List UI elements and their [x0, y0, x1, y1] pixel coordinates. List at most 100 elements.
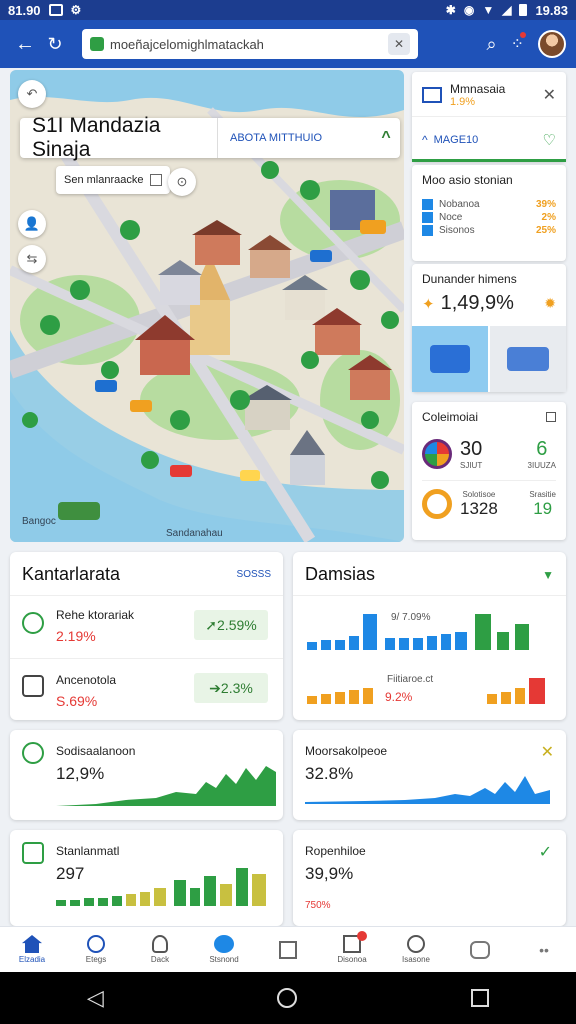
ropen-value: 39,9% [305, 864, 354, 883]
list-item: Noce 2% [422, 212, 556, 223]
summary-value: 1.9% [450, 96, 476, 108]
distribution-title: Moo asio stonian [422, 173, 513, 187]
map-subtitle[interactable]: ABOTA MITTHUIO [218, 132, 372, 144]
city-map[interactable]: ↶ S1I Mandazia Sinaja ABOTA MITTHUIO ^ S… [10, 70, 404, 542]
reload-icon[interactable]: ↻ [40, 29, 70, 59]
sodis-card: Sodisaalanoon 12,9% [10, 730, 283, 820]
map-title-card: S1I Mandazia Sinaja ABOTA MITTHUIO ^ [20, 114, 400, 161]
ropen-card: Ropenhiloe ✓ 39,9% 750% [293, 830, 566, 926]
truck-tile[interactable] [412, 326, 488, 392]
stat-a-value: 30 [460, 438, 483, 460]
list-item: Sisonos 25% [422, 225, 556, 236]
map-scale-label: Bangoc [22, 516, 56, 527]
gear-icon: ✹ [544, 295, 556, 311]
damsias-bars-bottom [307, 678, 545, 704]
row-value: 39% [535, 199, 556, 210]
heart-icon[interactable]: ♡ [543, 131, 556, 149]
map-back-button[interactable]: ↶ [18, 80, 46, 108]
cube-outline-icon [22, 842, 44, 864]
close-x-icon[interactable]: ✕ [541, 742, 554, 762]
row-value: 25% [535, 225, 556, 236]
row2-value: S.69% [56, 693, 98, 709]
search-icon[interactable]: ⌕ [487, 34, 497, 55]
url-input[interactable] [110, 36, 382, 52]
cube-icon [279, 940, 297, 959]
chevron-up-small-icon[interactable]: ^ [422, 133, 428, 147]
delivery-title: Dunander himens [422, 272, 517, 286]
row-label: Nobanoa [439, 199, 480, 210]
status-bar: 81.90 ⚙ ✱ ◉ ▼ ◢ 19.83 [0, 0, 576, 20]
summary-sub: MAGE10 [433, 134, 479, 146]
address-bar[interactable]: ✕ [82, 29, 418, 59]
location-icon: ◉ [463, 3, 475, 17]
locate-icon[interactable]: ⊙ [168, 168, 196, 196]
row-value: 2% [541, 212, 556, 223]
stat-b2-label: Srasitie [529, 489, 556, 499]
delivery-value: 1,49,9% [440, 292, 514, 314]
nav-item-cube[interactable] [256, 927, 320, 972]
summary-card: Mmnasaia 1.9% ✕ ^ MAGE10 ♡ [412, 72, 566, 162]
map-search-chip[interactable]: Sen mlanraacke [56, 166, 170, 194]
nav-item-home[interactable]: Elzadia [0, 927, 64, 972]
back-triangle-icon[interactable]: ◁ [87, 985, 104, 1011]
van-tile[interactable] [490, 326, 566, 392]
row1-value: 2.19% [56, 628, 96, 644]
nav-item-etegs[interactable]: Etegs [64, 927, 128, 972]
person-icon [152, 935, 168, 953]
damsias-bars-top [307, 614, 529, 650]
close-icon[interactable]: ✕ [543, 85, 556, 105]
nav-item-stsnond[interactable]: Stsnond [192, 927, 256, 972]
nav-label: Etegs [85, 955, 107, 964]
row2-pill-value: 2.3% [220, 680, 253, 696]
nav-item-more[interactable]: •• [512, 927, 576, 972]
settings-ring-icon [22, 742, 44, 764]
trend-right-icon: ➔ [209, 679, 221, 696]
moors-card: Moorsakolpeoe ✕ 32.8% [293, 730, 566, 820]
map-attribution: Sandanahau [166, 528, 223, 539]
expand-icon[interactable] [546, 412, 556, 422]
recents-square-icon[interactable] [471, 989, 490, 1007]
damsias-title: Damsias [305, 564, 376, 584]
trend-up-icon: ➚ [205, 616, 218, 633]
nav-item-dack[interactable]: Dack [128, 927, 192, 972]
nav-label: Elzadia [18, 955, 46, 964]
rates-link[interactable]: SOSSS [237, 569, 271, 580]
chevron-down-icon[interactable]: ▼ [542, 568, 554, 582]
collection-card: Coleimoiai 30 SJIUT 6 3IUUZA Solotisoe 1… [412, 402, 566, 540]
inbox-icon [343, 931, 367, 953]
leaf-icon [22, 612, 44, 634]
nav-label: Stsnond [209, 955, 239, 964]
row1-pill: ➚ 2.59% [194, 610, 268, 640]
check-icon[interactable]: ✓ [539, 842, 552, 862]
nav-item-disonoa[interactable]: Disonoa [320, 927, 384, 972]
person-pin-icon[interactable]: 👤 [18, 210, 46, 238]
secure-lock-icon [90, 37, 104, 51]
sodis-sparkline [56, 766, 276, 806]
building-icon [422, 87, 442, 103]
nav-item-puzzle[interactable] [448, 927, 512, 972]
signal-icon: ◢ [502, 3, 512, 17]
clear-url-icon[interactable]: ✕ [388, 33, 410, 55]
row-label: Sisonos [439, 225, 475, 236]
pie-icon [422, 439, 452, 469]
back-arrow-icon[interactable]: ← [10, 29, 40, 59]
stanlan-bars [56, 868, 266, 906]
damsias-card: Damsias ▼ 9/ 7.09% Fiitiaroe.ct 9.2% [293, 552, 566, 720]
stat-a2-label: 3IUUZA [527, 461, 556, 470]
nav-item-isasone[interactable]: Isasone [384, 927, 448, 972]
avatar[interactable] [538, 30, 566, 58]
puzzle-icon [470, 940, 490, 959]
home-circle-icon[interactable] [277, 988, 298, 1008]
moors-title: Moorsakolpeoe [305, 744, 388, 758]
system-navigation: ◁ [0, 972, 576, 1024]
globe-icon [214, 935, 234, 953]
stat-a2-value: 6 [536, 438, 548, 460]
apps-icon[interactable]: ⁘ [511, 32, 526, 54]
battery-icon [519, 4, 528, 16]
van-icon [507, 347, 549, 371]
stat-b2-value: 19 [533, 498, 553, 518]
share-icon[interactable]: ⇆ [18, 245, 46, 273]
distribution-card: Moo asio stonian Nobanoa 39% Noce 2% Sis… [412, 165, 566, 261]
chevron-up-icon[interactable]: ^ [372, 129, 400, 147]
stat-b-value: 1328 [460, 498, 498, 518]
